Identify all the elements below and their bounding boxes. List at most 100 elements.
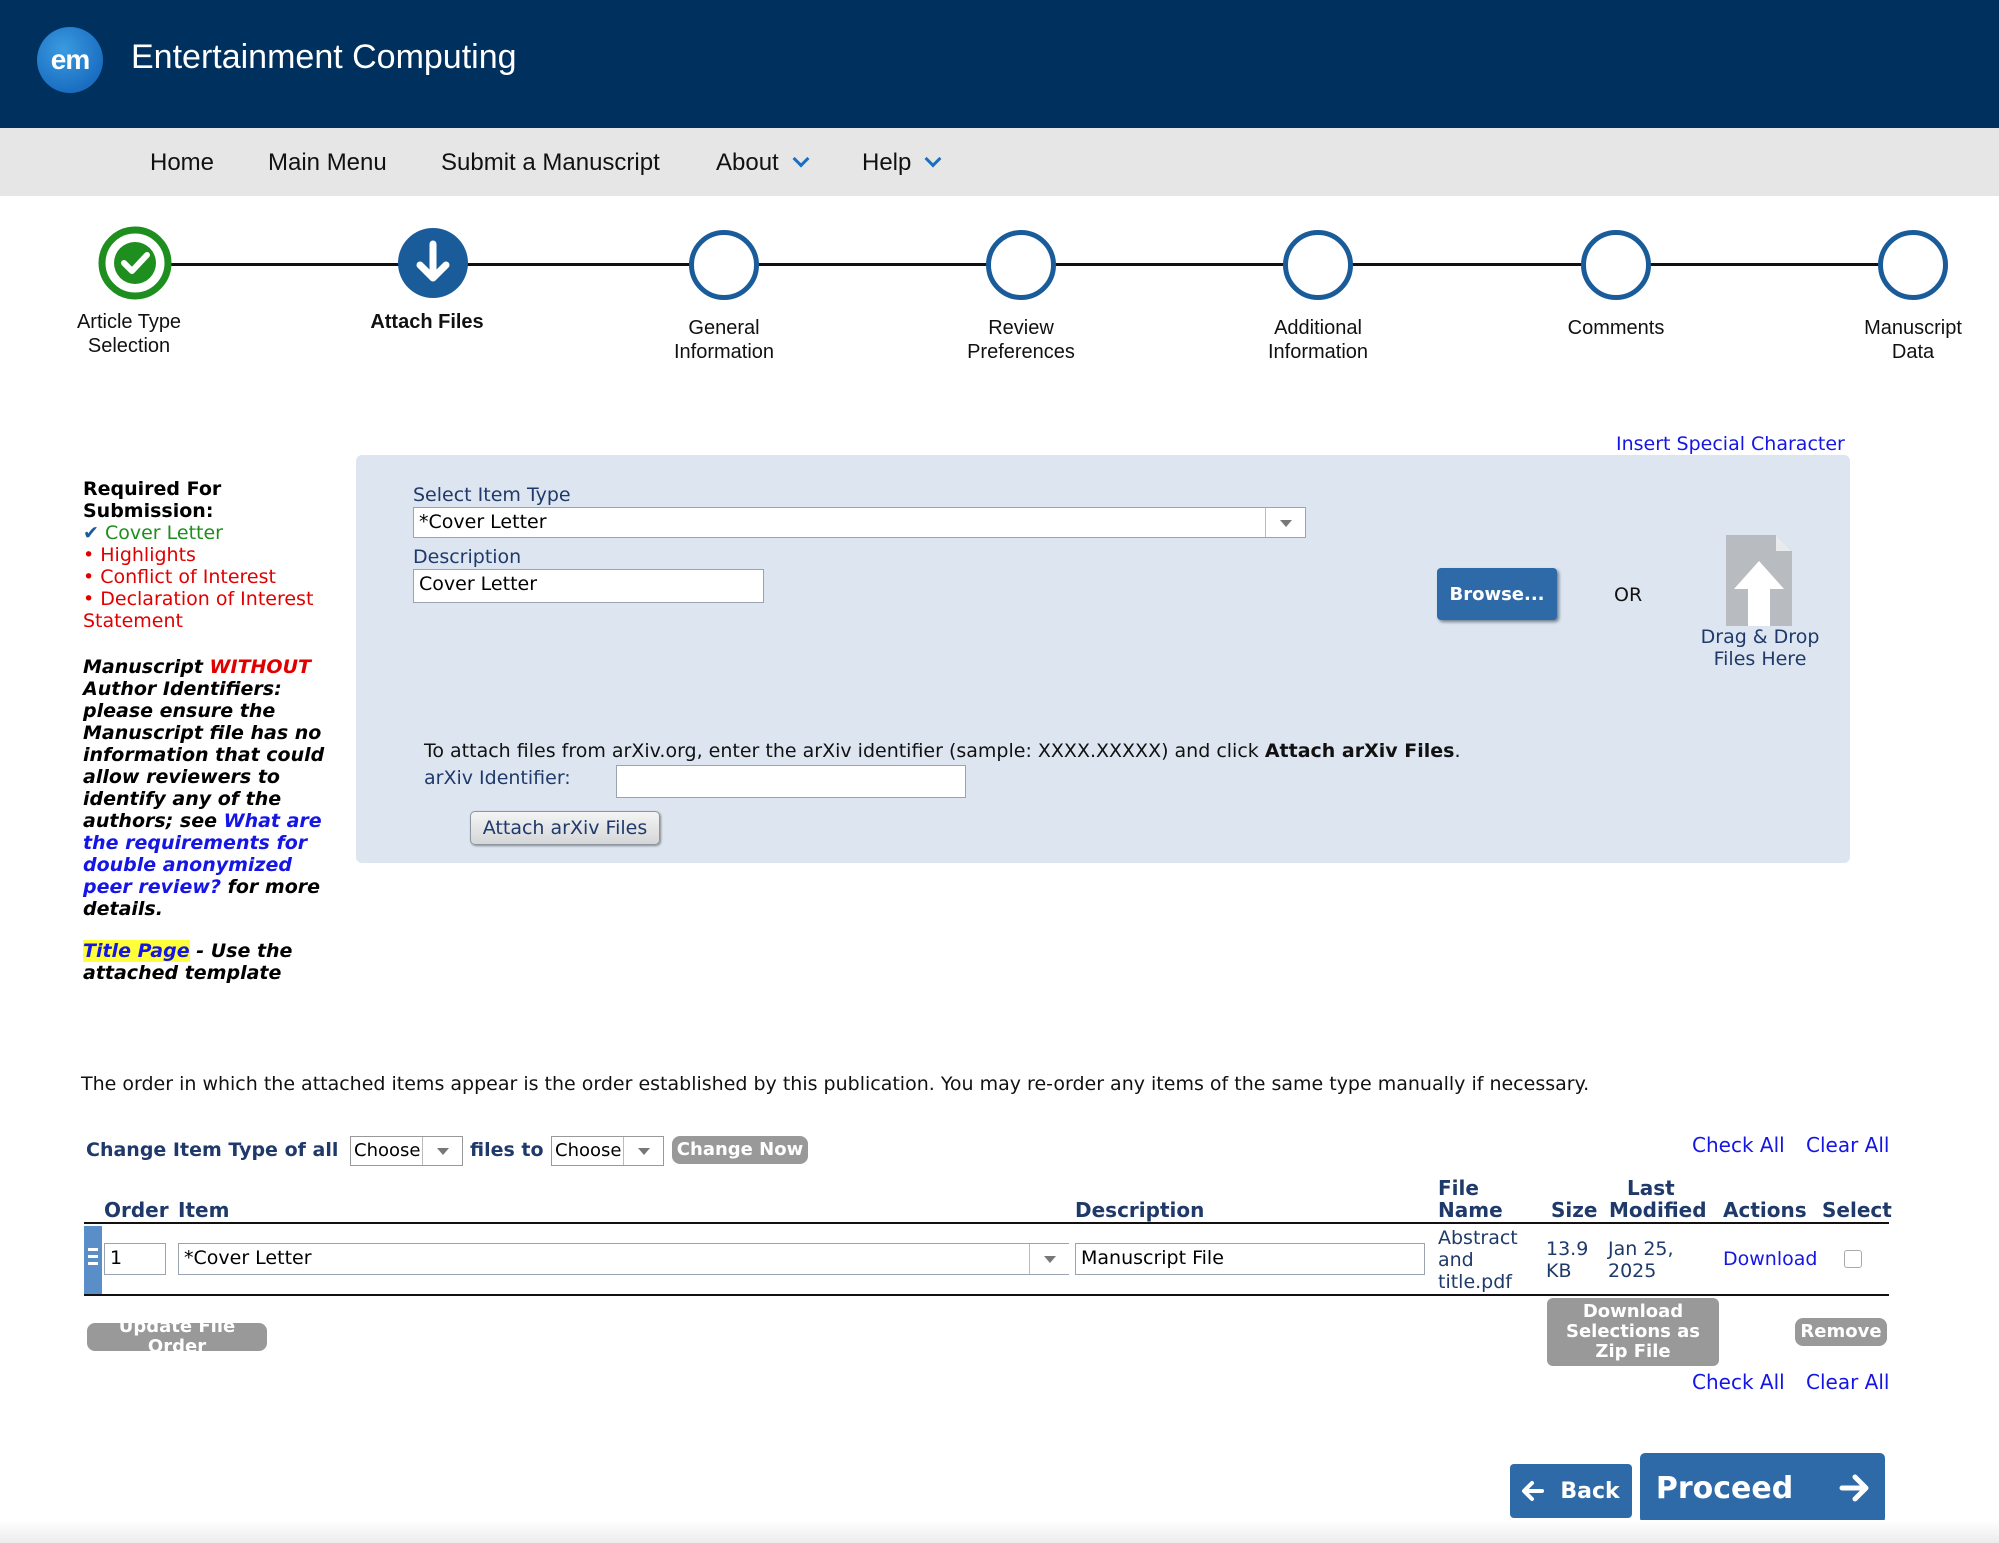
main-nav: Home Main Menu Submit a Manuscript About… [0, 128, 1999, 196]
description-value: Cover Letter [419, 573, 538, 595]
row-select-checkbox[interactable] [1844, 1250, 1862, 1268]
check-all-link[interactable]: Check All [1692, 1133, 1785, 1157]
arxiv-instruction-end: . [1454, 740, 1461, 762]
step-label-line: Review [988, 317, 1054, 339]
checkmark-icon: ✔ [83, 522, 99, 544]
nav-help[interactable]: Help [862, 149, 942, 177]
nav-about[interactable]: About [716, 149, 810, 177]
step-label-line: Preferences [967, 341, 1075, 363]
chevron-down-icon [924, 150, 942, 168]
chevron-down-icon[interactable] [422, 1137, 462, 1165]
check-all-link[interactable]: Check All [1692, 1370, 1785, 1394]
nav-submit-manuscript[interactable]: Submit a Manuscript [441, 149, 660, 177]
description-input[interactable]: Cover Letter [413, 569, 764, 603]
description-label: Description [413, 546, 522, 568]
browse-button[interactable]: Browse... [1437, 568, 1557, 620]
last-modified-line: 2025 [1608, 1260, 1657, 1282]
chevron-down-icon[interactable] [1265, 508, 1305, 537]
download-zip-button[interactable]: Download Selections as Zip File [1547, 1298, 1719, 1366]
order-notice: The order in which the attached items ap… [81, 1073, 1590, 1095]
em-logo[interactable]: em [37, 27, 103, 93]
step-label-line: Selection [87, 335, 171, 357]
change-now-button[interactable]: Change Now [672, 1136, 808, 1164]
file-size-line: KB [1546, 1260, 1572, 1282]
remove-button[interactable]: Remove [1795, 1318, 1887, 1346]
nav-help-label: Help [862, 149, 912, 176]
button-line: Selections as [1565, 1321, 1700, 1342]
step-label-line: Attach Files [370, 311, 484, 333]
arxiv-identifier-label: arXiv Identifier: [424, 767, 571, 789]
chevron-down-icon [792, 150, 810, 168]
drag-drop-line: Drag & Drop [1700, 626, 1820, 648]
requirement-label: Conflict of Interest [100, 566, 276, 588]
page-footer-fade [0, 1520, 1999, 1543]
row-description-input[interactable]: Manuscript File [1075, 1243, 1425, 1275]
step-label-line: General [688, 317, 760, 339]
step-label-line: Information [1267, 341, 1369, 363]
note-body: Author Identifiers: please ensure the Ma… [83, 678, 325, 832]
button-line: Download [1582, 1301, 1684, 1322]
proceed-label: Proceed [1655, 1470, 1794, 1506]
or-separator: OR [1614, 584, 1643, 606]
item-type-label: Select Item Type [413, 484, 571, 506]
step-review-preferences-circle [986, 230, 1056, 300]
submission-requirements: Required For Submission: ✔ Cover Letter … [83, 478, 343, 632]
insert-special-character-link[interactable]: Insert Special Character [1616, 433, 1845, 455]
title-page-note: Title Page - Use the attached template [83, 940, 345, 984]
change-from-value: Choose [354, 1140, 421, 1161]
step-label-review-preferences: Review Preferences [911, 316, 1131, 364]
file-name-link[interactable]: Abstract and title.pdf [1438, 1227, 1518, 1293]
drag-handle-icon[interactable] [84, 1226, 102, 1294]
col-header-description: Description [1075, 1198, 1205, 1222]
chevron-down-icon[interactable] [623, 1137, 663, 1165]
file-name-line: title.pdf [1438, 1271, 1512, 1293]
clear-all-link[interactable]: Clear All [1806, 1133, 1889, 1157]
step-comments-circle [1581, 230, 1651, 300]
step-label-general-information: General Information [614, 316, 834, 364]
arrow-right-icon [1839, 1474, 1869, 1502]
step-label-line: Information [673, 341, 775, 363]
step-manuscript-data-circle [1878, 230, 1948, 300]
header-line: Modified [1609, 1198, 1707, 1222]
arxiv-identifier-input[interactable] [616, 765, 966, 798]
requirement-missing: • Conflict of Interest [83, 566, 276, 588]
attach-arxiv-button[interactable]: Attach arXiv Files [470, 811, 660, 845]
back-button[interactable]: Back [1510, 1464, 1632, 1518]
clear-all-link[interactable]: Clear All [1806, 1370, 1889, 1394]
requirement-missing: • Declaration of Interest Statement [83, 588, 314, 632]
requirements-title: Required For Submission: [83, 478, 222, 522]
item-type-select[interactable]: *Cover Letter [413, 507, 1306, 538]
chevron-down-icon[interactable] [1029, 1244, 1069, 1274]
file-size: 13.9 KB [1546, 1238, 1588, 1282]
requirement-label: Highlights [100, 544, 196, 566]
proceed-button[interactable]: Proceed [1640, 1453, 1885, 1523]
app-title: Entertainment Computing [131, 38, 517, 76]
nav-about-label: About [716, 149, 779, 176]
header-line: File [1438, 1176, 1479, 1200]
step-label-manuscript-data: Manuscript Data [1803, 316, 1999, 364]
header-line: Last [1627, 1176, 1675, 1200]
arrow-left-icon [1522, 1481, 1545, 1501]
note-emphasis: WITHOUT [209, 656, 311, 678]
step-label-article-type[interactable]: Article Type Selection [19, 310, 239, 358]
update-file-order-button[interactable]: Update File Order [87, 1317, 267, 1357]
files-to-label: files to [470, 1139, 544, 1161]
order-input[interactable]: 1 [104, 1243, 166, 1275]
step-label-attach-files: Attach Files [317, 310, 537, 334]
last-modified: Jan 25, 2025 [1608, 1238, 1674, 1282]
file-upload-icon[interactable] [1724, 533, 1794, 628]
table-footer-rule [84, 1294, 1889, 1296]
check-circle-icon[interactable] [98, 226, 172, 300]
back-label: Back [1560, 1478, 1620, 1504]
item-type-value: *Cover Letter [419, 511, 547, 533]
note-prefix: Manuscript [83, 656, 210, 678]
download-link[interactable]: Download [1723, 1248, 1817, 1270]
step-label-line: Comments [1567, 317, 1665, 339]
item-type-row-select[interactable]: *Cover Letter [178, 1243, 1069, 1275]
title-page-link[interactable]: Title Page [83, 940, 190, 962]
drag-drop-label: Drag & Drop Files Here [1690, 626, 1830, 670]
nav-home[interactable]: Home [150, 149, 214, 177]
step-general-information-circle [689, 230, 759, 300]
button-line: Zip File [1595, 1341, 1671, 1362]
nav-main-menu[interactable]: Main Menu [268, 149, 387, 177]
